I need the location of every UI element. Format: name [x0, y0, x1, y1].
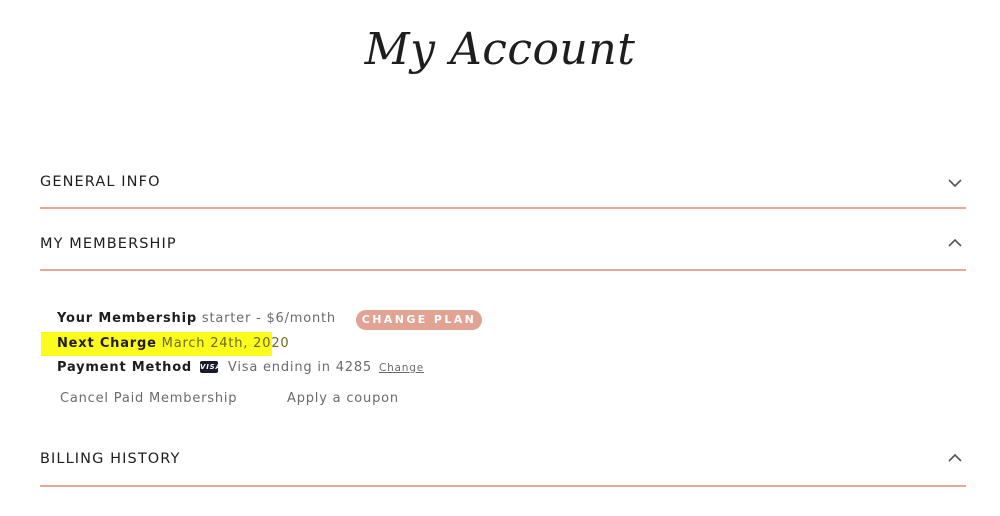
section-my-membership-label: MY MEMBERSHIP — [40, 236, 177, 252]
change-plan-button[interactable]: CHANGE PLAN — [356, 310, 482, 330]
chevron-up-icon — [948, 238, 962, 247]
account-page: My Account GENERAL INFO MY MEMBERSHIP Yo… — [0, 0, 1000, 516]
membership-plan-value: starter - $6/month — [201, 311, 336, 326]
membership-plan-key: Your Membership — [57, 311, 197, 326]
next-charge-row: Next Charge March 24th, 2020 — [57, 336, 289, 351]
section-general-info-header[interactable]: GENERAL INFO — [40, 166, 966, 200]
section-billing-history-header[interactable]: BILLING HISTORY — [40, 443, 966, 477]
next-charge-value: March 24th, 2020 — [161, 336, 290, 351]
section-divider — [40, 485, 966, 487]
payment-method-key: Payment Method — [57, 360, 193, 375]
membership-plan-row: Your Membership starter - $6/month — [57, 311, 336, 326]
section-divider — [40, 207, 966, 209]
cancel-membership-link[interactable]: Cancel Paid Membership — [60, 391, 237, 406]
page-title: My Account — [364, 24, 636, 75]
section-divider — [40, 269, 966, 271]
change-payment-link[interactable]: Change — [379, 362, 424, 374]
payment-method-row: Payment Method VISA Visa ending in 4285 … — [57, 360, 424, 375]
next-charge-key: Next Charge — [57, 336, 157, 351]
visa-card-icon: VISA — [199, 361, 222, 373]
apply-coupon-link[interactable]: Apply a coupon — [287, 391, 399, 406]
payment-card-text: Visa ending in 4285 — [227, 360, 373, 375]
section-my-membership-header[interactable]: MY MEMBERSHIP — [40, 228, 966, 262]
chevron-up-icon — [948, 453, 962, 462]
section-billing-history-label: BILLING HISTORY — [40, 451, 181, 467]
chevron-down-icon — [948, 179, 962, 188]
section-general-info-label: GENERAL INFO — [40, 174, 161, 190]
